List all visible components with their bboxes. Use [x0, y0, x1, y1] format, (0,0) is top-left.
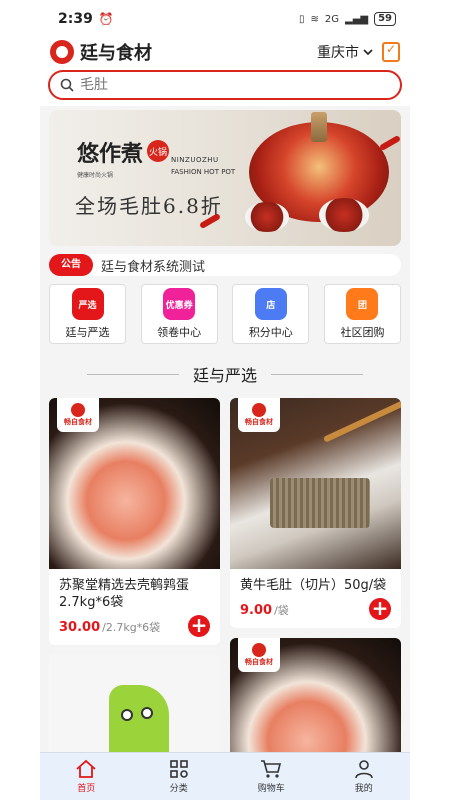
quick-entry-coupons[interactable]: 优惠券 领卷中心	[140, 284, 218, 344]
hotpot-chimney	[311, 112, 327, 142]
quick-entry-label: 积分中心	[248, 326, 293, 339]
banner-en-line2: FASHION HOT POT	[171, 168, 236, 176]
search-icon	[60, 78, 74, 92]
product-unit: /2.7kg*6袋	[102, 621, 161, 634]
store-icon: 店	[254, 288, 287, 320]
quick-entry-points[interactable]: 店 积分中心	[232, 284, 310, 344]
status-bar: 2:39 ⏰ ▯ ≋ 2G ▂▄▆ 59	[40, 0, 410, 38]
promo-banner[interactable]: 悠作煮 火锅 NINZUOZHU FASHION HOT POT 健康时尚火锅 …	[49, 110, 401, 246]
user-icon	[354, 760, 373, 779]
product-unit: /袋	[274, 604, 289, 617]
banner-badge: 火锅	[147, 140, 169, 162]
group-buy-icon: 团	[346, 288, 379, 320]
network-label: 2G	[324, 13, 339, 25]
shop-logo-icon	[252, 643, 266, 657]
shop-logo-icon	[252, 403, 266, 417]
product-price: 30.00	[59, 620, 101, 635]
product-name: 黄牛毛肚（切片）50g/袋	[240, 578, 387, 593]
banner-brand: 悠作煮	[77, 141, 144, 167]
chopsticks-decoration	[322, 399, 401, 443]
home-icon	[76, 759, 96, 778]
section-header: 廷与严选	[40, 362, 410, 386]
signal-icon: ▂▄▆	[345, 13, 369, 25]
shop-logo: 畅自食材	[57, 398, 99, 432]
divider	[86, 373, 179, 375]
city-selector[interactable]: 重庆市	[317, 42, 374, 62]
product-price: 9.00	[240, 603, 273, 618]
divider	[271, 373, 363, 375]
brand-name: 廷与食材	[80, 43, 152, 64]
shop-logo: 畅自食材	[238, 638, 280, 672]
notice-text: 廷与食材系统测试	[101, 259, 206, 275]
chili-decoration	[378, 134, 401, 152]
clock: 2:39	[58, 11, 93, 27]
checklist-icon[interactable]	[382, 42, 400, 62]
bottom-tab-bar: 首页 分类 购物车 我的	[40, 752, 410, 800]
search-bar[interactable]	[48, 70, 402, 100]
tab-cart[interactable]: 购物车	[236, 759, 306, 794]
product-image: 畅自食材	[230, 398, 401, 569]
banner-subtitle: 健康时尚火锅	[77, 172, 114, 179]
product-card[interactable]: 畅自食材 苏聚堂精选去壳鹌鹑蛋2.7kg*6袋 30.00 /2.7kg*6袋 …	[49, 398, 220, 645]
quick-entry-label: 廷与严选	[65, 326, 110, 339]
banner-promo-text: 全场毛肚6.8折	[75, 194, 223, 218]
product-name: 苏聚堂精选去壳鹌鹑蛋2.7kg*6袋	[59, 578, 190, 610]
search-input[interactable]	[80, 77, 360, 93]
tripe-image	[270, 478, 370, 528]
notice-tag: 公告	[49, 254, 93, 276]
brand-logo-icon	[50, 40, 74, 64]
cart-icon	[261, 760, 282, 778]
add-to-cart-button[interactable]: +	[188, 615, 210, 637]
app-header: 廷与食材 重庆市	[40, 38, 410, 66]
quick-entry-row: 严选 廷与严选 优惠券 领卷中心 店 积分中心 团 社区团购	[40, 276, 410, 344]
flame-icon: 严选	[71, 288, 104, 320]
quick-entry-label: 社区团购	[340, 326, 385, 339]
category-icon	[169, 760, 188, 778]
add-to-cart-button[interactable]: +	[369, 598, 391, 620]
shop-logo-icon	[71, 403, 85, 417]
section-title: 廷与严选	[192, 366, 257, 385]
product-image: 畅自食材	[49, 398, 220, 569]
banner-en-line1: NINZUOZHU	[171, 156, 219, 164]
quick-entry-label: 领卷中心	[157, 326, 202, 339]
alarm-icon: ⏰	[98, 12, 114, 26]
city-label: 重庆市	[317, 45, 359, 61]
tab-profile[interactable]: 我的	[329, 759, 399, 794]
battery-icon: 59	[374, 12, 396, 26]
quick-entry-group-buy[interactable]: 团 社区团购	[323, 284, 401, 344]
product-grid: 畅自食材 苏聚堂精选去壳鹌鹑蛋2.7kg*6袋 30.00 /2.7kg*6袋 …	[40, 398, 410, 800]
dish-image	[319, 198, 369, 232]
chevron-down-icon	[363, 49, 373, 56]
shop-logo: 畅自食材	[238, 398, 280, 432]
tab-home[interactable]: 首页	[51, 759, 121, 794]
quick-entry-selected[interactable]: 严选 廷与严选	[49, 284, 126, 344]
wifi-icon: ≋	[310, 13, 319, 25]
dish-image	[245, 202, 289, 232]
notice-bar[interactable]: 公告 廷与食材系统测试	[49, 254, 401, 276]
vibrate-icon: ▯	[298, 13, 305, 25]
app-screen: 2:39 ⏰ ▯ ≋ 2G ▂▄▆ 59 廷与食材 重庆市 ✓ 毛肚 悠作煮 火…	[40, 0, 410, 800]
product-card[interactable]: 畅自食材 黄牛毛肚（切片）50g/袋 9.00 /袋 +	[230, 398, 401, 628]
tab-category[interactable]: 分类	[144, 759, 214, 794]
coupon-icon: 优惠券	[163, 288, 196, 320]
